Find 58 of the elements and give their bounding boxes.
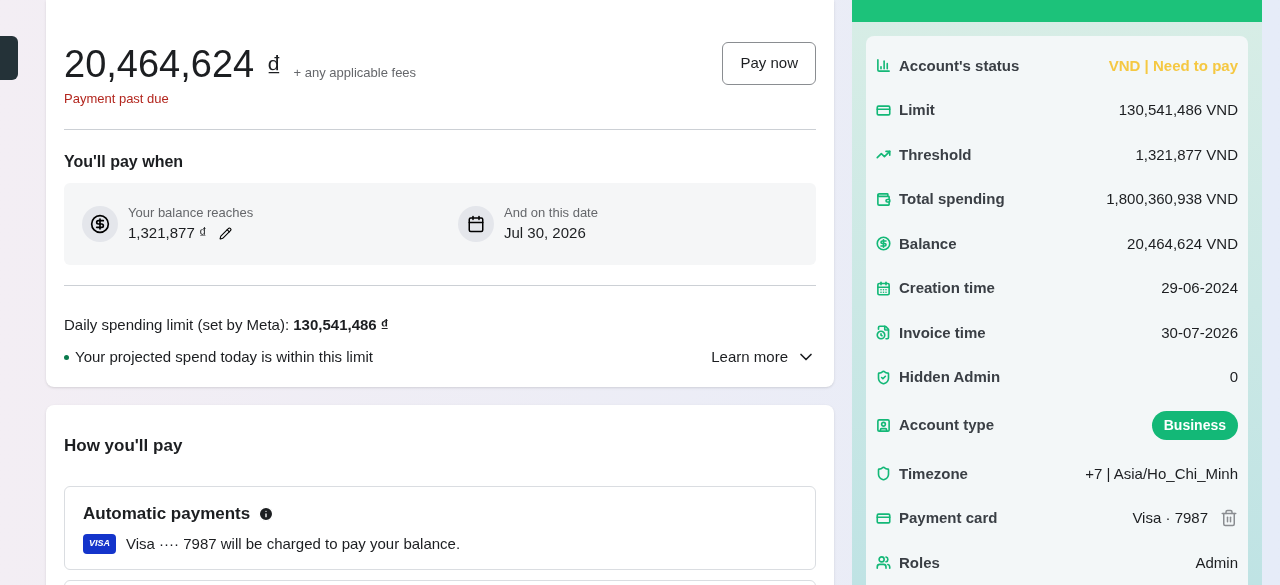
section-title: How you'll pay xyxy=(64,434,184,457)
info-icon[interactable] xyxy=(258,505,275,522)
info-value: 1,800,360,938 VND xyxy=(1106,189,1238,209)
trash-icon[interactable] xyxy=(1220,509,1238,528)
info-value: +7 | Asia/Ho_Chi_Minh xyxy=(1085,463,1238,484)
users-icon xyxy=(876,555,891,571)
dollar-icon xyxy=(82,205,118,242)
info-label: Threshold xyxy=(899,144,972,165)
info-label: Balance xyxy=(899,233,957,254)
info-value: 0 xyxy=(1229,367,1238,387)
info-label: Roles xyxy=(899,552,940,573)
daily-limit-text: Daily spending limit (set by Meta): 130,541,486 ₫ xyxy=(64,314,390,335)
info-label: Payment card xyxy=(899,508,998,528)
detail-value: Jul 30, 2026 xyxy=(504,223,586,243)
visa-logo: VISA xyxy=(83,534,116,554)
learn-more-button[interactable]: Learn more xyxy=(711,346,816,369)
info-value: Visa · 7987 xyxy=(1132,508,1208,528)
currency-symbol: ₫ xyxy=(266,49,282,85)
info-value: 20,464,624 VND xyxy=(1127,233,1238,254)
wallet-icon xyxy=(876,191,891,207)
info-value: 1,321,877 VND xyxy=(1135,144,1238,165)
info-value: 130,541,486 VND xyxy=(1118,100,1238,120)
info-label: Timezone xyxy=(899,463,968,484)
fees-note: + any applicable fees xyxy=(293,64,417,82)
info-label: Account type xyxy=(899,415,994,436)
side-tab[interactable] xyxy=(0,36,18,80)
dollar-icon xyxy=(876,236,891,252)
info-label: Total spending xyxy=(899,189,1005,209)
pay-now-button[interactable]: Pay now xyxy=(722,42,816,85)
detail-label: Your balance reaches xyxy=(128,203,254,222)
balance-amount: 20,464,624 xyxy=(64,42,255,87)
status-value: VND | Need to pay xyxy=(1108,55,1238,76)
detail-value: 1,321,877 ₫ xyxy=(128,223,207,243)
info-label: Hidden Admin xyxy=(899,367,1001,387)
method-title: Automatic payments xyxy=(83,503,251,525)
bar-chart-icon xyxy=(876,58,891,74)
shield-icon xyxy=(876,466,891,482)
user-icon xyxy=(876,418,891,433)
projected-spend-note: Your projected spend today is within this limit xyxy=(75,347,373,367)
info-value: 30-07-2026 xyxy=(1161,322,1238,343)
info-label: Limit xyxy=(899,100,935,120)
info-value: Admin xyxy=(1195,552,1238,573)
payment-status: Payment past due xyxy=(64,90,170,108)
detail-label: And on this date xyxy=(504,203,598,222)
info-value: 29-06-2024 xyxy=(1161,278,1238,298)
card-charge-text: Visa ···· 7987 will be charged to pay your balance. xyxy=(126,533,461,554)
info-label: Account's status xyxy=(899,55,1020,76)
info-label: Invoice time xyxy=(899,322,986,343)
shield-check-icon xyxy=(876,369,891,385)
card-icon xyxy=(876,510,891,526)
section-title: You'll pay when xyxy=(64,151,185,172)
calendar-icon xyxy=(876,280,891,296)
account-type-pill: Business xyxy=(1151,411,1238,440)
edit-icon[interactable] xyxy=(218,226,232,240)
document-clock-icon xyxy=(876,325,891,341)
card-icon xyxy=(876,102,891,118)
info-label: Creation time xyxy=(899,278,995,298)
calendar-icon xyxy=(458,205,494,242)
